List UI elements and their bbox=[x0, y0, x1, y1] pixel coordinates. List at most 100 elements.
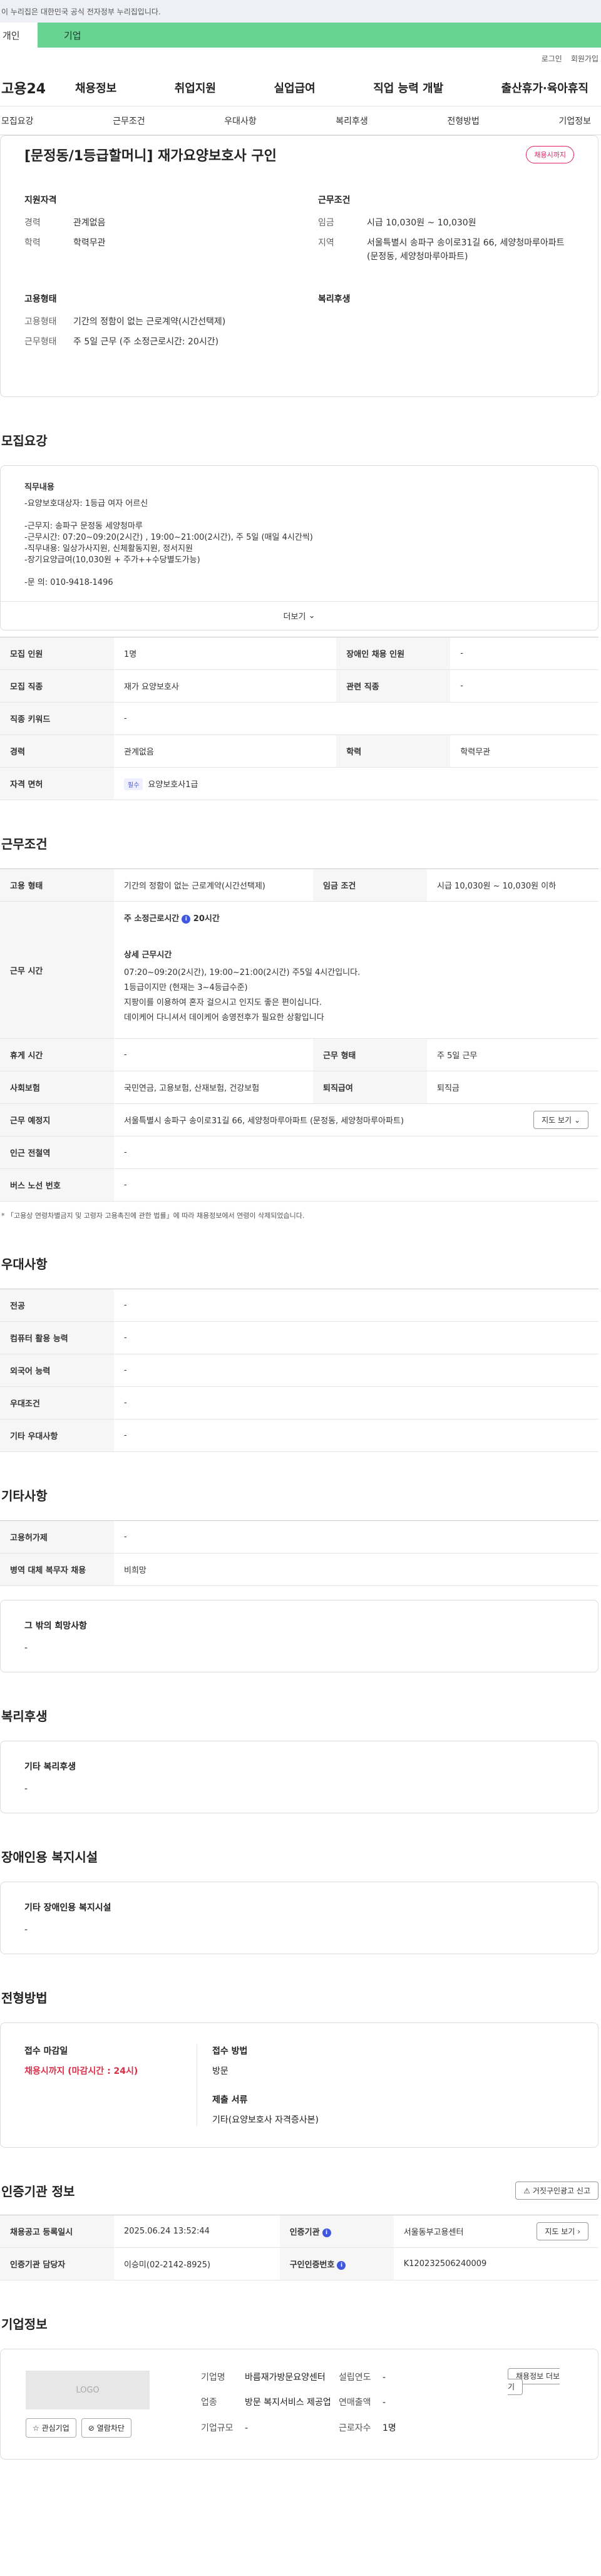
summary-heading: 지원자격 bbox=[24, 195, 57, 205]
info-value: - bbox=[383, 2398, 386, 2408]
summary-value: 시급 10,030원 ~ 10,030원 bbox=[367, 218, 476, 228]
welfare-card: 기타 복리후생 - bbox=[0, 1741, 598, 1813]
detail-hours-heading: 상세 근무시간 bbox=[124, 951, 172, 960]
summary-value: 주 5일 근무 (주 소정근로시간: 20시간) bbox=[73, 337, 219, 347]
site-logo[interactable]: 고용24 bbox=[0, 78, 75, 98]
info-key: 설립연도 bbox=[339, 2372, 371, 2383]
table-row: 자격 면허 필수 요양보호사1급 bbox=[0, 767, 598, 800]
description-line: 직무내용 bbox=[24, 483, 54, 492]
description-line: -근무지: 송파구 문정동 세양청마루 bbox=[24, 522, 143, 531]
card-heading: 기타 복리후생 bbox=[24, 1762, 76, 1772]
table-key: 근무 시간 bbox=[0, 901, 114, 1039]
table-row: 고용허가제 - bbox=[0, 1520, 598, 1553]
gnb-item-training[interactable]: 직업 능력 개발 bbox=[373, 80, 443, 96]
chevron-right-icon: › bbox=[577, 2227, 580, 2236]
more-button[interactable]: 더보기 ⌄ bbox=[1, 601, 598, 630]
info-key: 기업규모 bbox=[201, 2423, 234, 2433]
snb-work[interactable]: 근무조건 bbox=[113, 115, 145, 127]
table-key: 사회보험 bbox=[0, 1071, 114, 1104]
table-row: 고용 형태 기간의 정함이 없는 근로계약(시간선택제) 임금 조건 시급 10,0… bbox=[0, 868, 598, 902]
table-value: 관계없음 bbox=[114, 734, 337, 768]
docs-heading: 제출 서류 bbox=[212, 2095, 248, 2105]
table-row: 근무 예정지 서울특별시 송파구 송이로31길 66, 세양청마루아파트 (문정… bbox=[0, 1103, 598, 1136]
member-type-tabs: 개인 기업 bbox=[0, 23, 601, 48]
info-icon[interactable]: i bbox=[337, 2260, 346, 2270]
screening-card: 접수 마감일 채용시까지 (마감시간 : 24시) 접수 방법 방문 제출 서류… bbox=[0, 2022, 598, 2148]
table-value: - bbox=[114, 1168, 598, 1202]
table-key: 학력 bbox=[336, 734, 451, 768]
more-label: 더보기 bbox=[283, 612, 306, 622]
weekly-hours-value: 20시간 bbox=[193, 914, 220, 924]
work-place: 서울특별시 송파구 송이로31길 66, 세양청마루아파트 (문정동, 세양청마… bbox=[124, 1116, 404, 1126]
summary-key: 지역 bbox=[318, 238, 334, 248]
info-key: 연매출액 bbox=[339, 2398, 371, 2408]
section-title-etc: 기타사항 bbox=[1, 1488, 48, 1503]
summary-conditions: 근무조건 임금 시급 10,030원 ~ 10,030원 지역 서울특별시 송파구 … bbox=[318, 193, 574, 270]
job-description-card: 직무내용 -요양보호대상자: 1등급 여자 어르신 -근무지: 송파구 문정동 … bbox=[0, 465, 598, 631]
tab-company[interactable]: 기업 bbox=[38, 23, 601, 48]
table-row: 인근 전철역 - bbox=[0, 1136, 598, 1169]
map-view-label: 지도 보기 bbox=[545, 2227, 575, 2236]
info-key: 기업명 bbox=[201, 2372, 225, 2383]
deadline-value: 채용시까지 (마감시간 : 24시) bbox=[24, 2066, 138, 2076]
table-key: 고용허가제 bbox=[0, 1520, 114, 1553]
table-row: 직종 키워드 - bbox=[0, 702, 598, 735]
gov-banner: 이 누리집은 대한민국 공식 전자정부 누리집입니다. bbox=[0, 0, 601, 23]
gnb-item-support[interactable]: 취업지원 bbox=[175, 80, 216, 96]
other-wishes-card: 그 밖의 희망사항 - bbox=[0, 1600, 598, 1672]
weekly-hours: 주 소정근로시간 i 20시간 bbox=[124, 912, 588, 927]
summary-welfare: 복리후생 bbox=[318, 292, 574, 355]
summary-key: 고용형태 bbox=[24, 317, 57, 327]
section-title-company: 기업정보 bbox=[1, 2317, 48, 2332]
summary-value: 서울특별시 송파구 송이로31길 66, 세양청마루아파트 (문정동, 세양청마… bbox=[367, 238, 565, 262]
weekly-hours-label: 주 소정근로시간 bbox=[124, 914, 180, 924]
table-value: 비희망 bbox=[114, 1553, 598, 1586]
info-icon[interactable]: i bbox=[322, 2228, 331, 2237]
table-key: 임금 조건 bbox=[313, 868, 427, 902]
table-value: 서울동부고용센터 지도 보기 › bbox=[393, 2215, 598, 2248]
snb-company[interactable]: 기업정보 bbox=[558, 115, 591, 127]
snb-welfare[interactable]: 복리후생 bbox=[336, 115, 368, 127]
gnb-item-unemployment[interactable]: 실업급여 bbox=[274, 80, 316, 96]
detail-hours-line: 데이케어 다니셔서 데이케어 송영전후가 필요한 상황입니다 bbox=[124, 1013, 324, 1023]
table-row: 외국어 능력 - bbox=[0, 1354, 598, 1387]
table-value: 1명 bbox=[114, 637, 337, 670]
summary-employment: 고용형태 고용형태 기간의 정함이 없는 근로계약(시간선택제) 근무형태 주 5일… bbox=[24, 292, 280, 355]
report-false-ad-button[interactable]: ⚠ 거짓구인광고 신고 bbox=[515, 2182, 598, 2200]
table-row: 사회보험 국민연금, 고용보험, 산재보험, 건강보험 퇴직급여 퇴직금 bbox=[0, 1071, 598, 1104]
table-value: 국민연금, 고용보험, 산재보험, 건강보험 bbox=[114, 1071, 313, 1104]
gnb-item-leave[interactable]: 출산휴가·육아휴직 bbox=[501, 80, 588, 96]
recruit-table: 모집 인원 1명 장애인 채용 인원 - 모집 직종 재가 요양보호사 관련 직종 - … bbox=[0, 637, 598, 800]
company-jobs-button[interactable]: 채용정보 더보기 bbox=[508, 2368, 560, 2395]
snb-screening[interactable]: 전형방법 bbox=[447, 115, 480, 127]
block-view-button[interactable]: ⊘ 열람차단 bbox=[81, 2418, 131, 2438]
description-line: -문 의: 010-9418-1496 bbox=[24, 578, 113, 587]
join-link[interactable]: 회원가입 bbox=[571, 53, 598, 64]
table-row: 모집 직종 재가 요양보호사 관련 직종 - bbox=[0, 669, 598, 703]
page-bottom-spacer bbox=[0, 2460, 601, 2485]
global-nav: 고용24 채용정보 취업지원 실업급여 직업 능력 개발 출산휴가·육아휴직 bbox=[0, 69, 601, 106]
siren-icon: ⚠ bbox=[523, 2187, 531, 2195]
login-link[interactable]: 로그인 bbox=[542, 53, 562, 64]
table-key: 고용 형태 bbox=[0, 868, 114, 902]
info-icon[interactable]: i bbox=[182, 914, 191, 924]
table-value: - bbox=[114, 1136, 598, 1169]
deadline-badge: 채용시까지 bbox=[526, 146, 574, 163]
table-value: - bbox=[114, 1321, 598, 1354]
info-key: 근로자수 bbox=[339, 2423, 371, 2433]
gnb-item-jobs[interactable]: 채용정보 bbox=[75, 80, 116, 96]
summary-value: 학력무관 bbox=[73, 238, 106, 248]
utility-links: 로그인 회원가입 bbox=[0, 48, 601, 69]
block-label: 열람차단 bbox=[96, 2424, 125, 2433]
company-card: LOGO ☆ 관심기업 ⊘ 열람차단 기업명 바름재가방문요양센터 설립연도 - 업… bbox=[0, 2349, 598, 2460]
certify-map-button[interactable]: 지도 보기 › bbox=[537, 2222, 588, 2240]
favorite-company-button[interactable]: ☆ 관심기업 bbox=[26, 2418, 76, 2438]
work-hours-detail: 주 소정근로시간 i 20시간 상세 근무시간 07:20~09:20(2시간),… bbox=[114, 901, 598, 1039]
section-title-work: 근무조건 bbox=[1, 837, 48, 852]
snb-pref[interactable]: 우대사항 bbox=[224, 115, 257, 127]
detail-hours-line: 지팡이를 이용하여 혼자 걸으시고 인지도 좋은 편이십니다. bbox=[124, 998, 322, 1007]
map-view-button[interactable]: 지도 보기 ⌄ bbox=[533, 1111, 588, 1129]
snb-recruit[interactable]: 모집요강 bbox=[1, 115, 34, 127]
table-value: - bbox=[114, 702, 598, 735]
tab-person[interactable]: 개인 bbox=[0, 23, 38, 48]
